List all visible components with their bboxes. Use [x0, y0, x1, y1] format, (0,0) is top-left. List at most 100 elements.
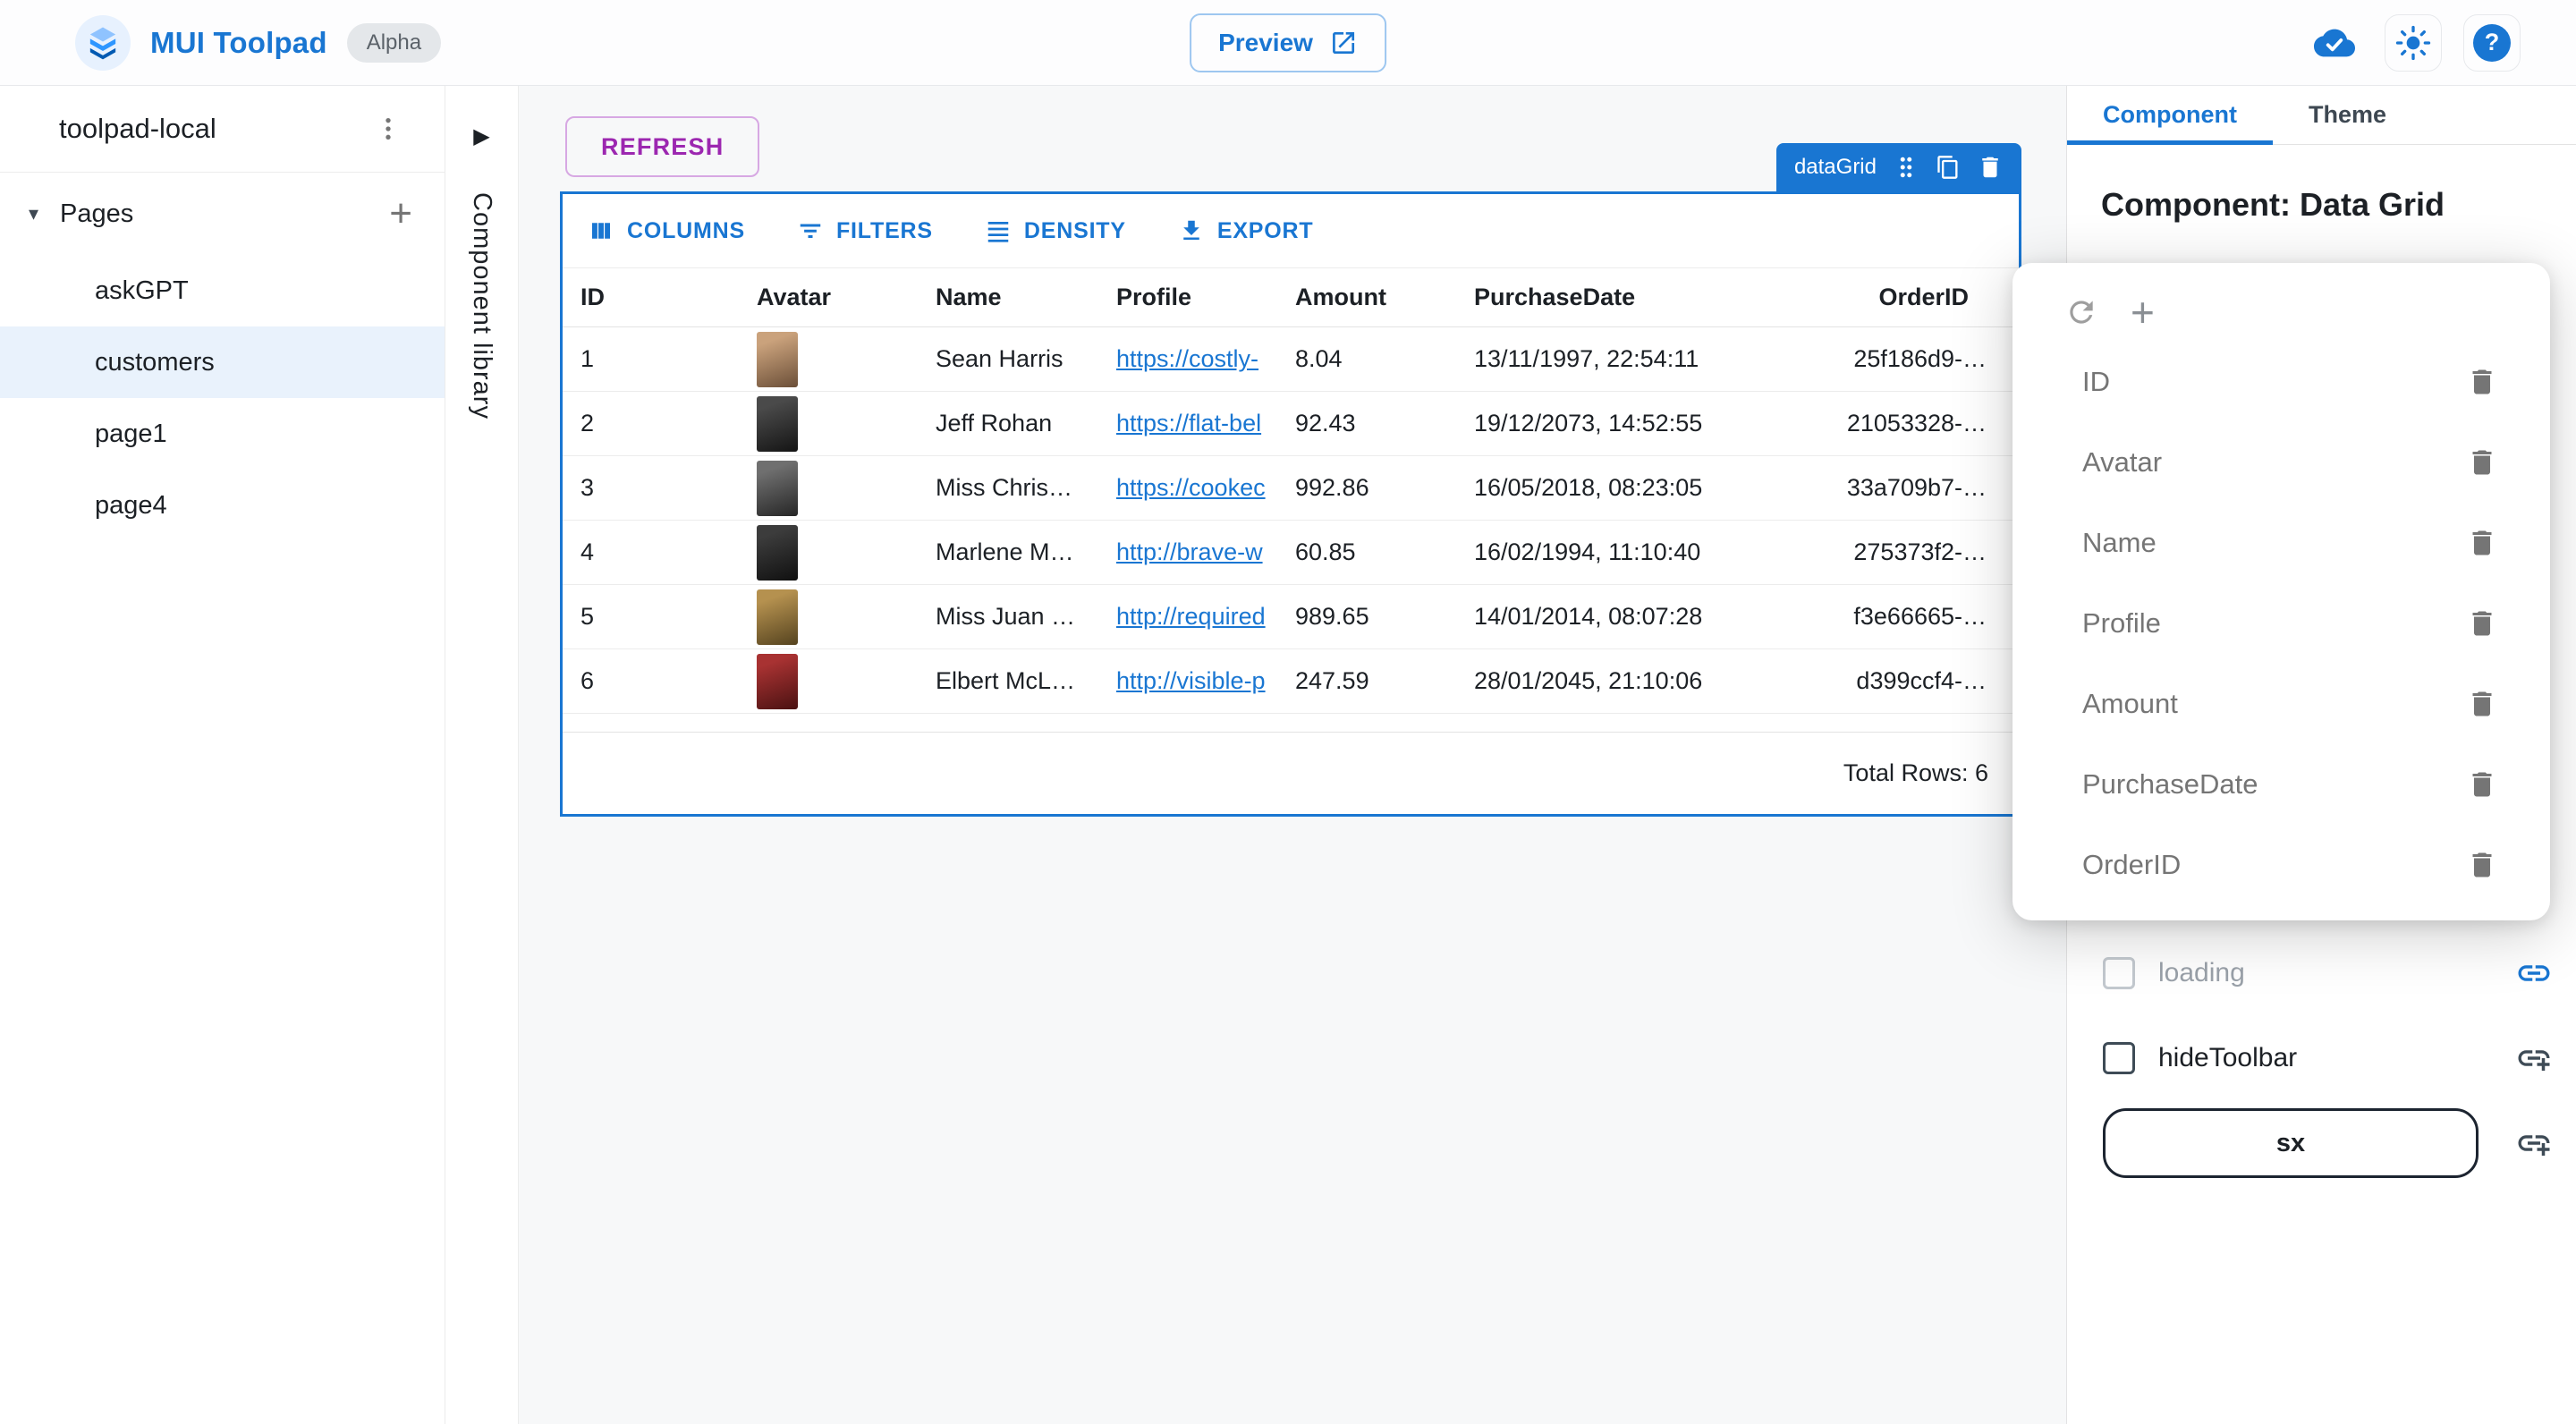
avatar-image [757, 396, 798, 452]
preview-button[interactable]: Preview [1190, 13, 1386, 72]
drag-handle-icon[interactable] [1893, 154, 1919, 181]
add-page-button[interactable]: + [389, 194, 412, 233]
density-button[interactable]: DENSITY [985, 217, 1126, 244]
column-header-profile[interactable]: Profile [1098, 284, 1277, 311]
theme-mode-button[interactable] [2385, 14, 2442, 72]
duplicate-icon[interactable] [1936, 155, 1961, 180]
export-button[interactable]: EXPORT [1178, 217, 1314, 244]
table-row[interactable]: 1 Sean Harris https://costly- 8.04 13/11… [563, 327, 2019, 392]
app-bar: MUI Toolpad Alpha Preview [0, 0, 2576, 86]
cell-amount: 989.65 [1277, 603, 1456, 631]
editor-canvas: REFRESH dataGrid COLUMNS [519, 86, 2066, 1424]
project-name: toolpad-local [59, 113, 216, 145]
expand-library-icon[interactable]: ▶ [473, 123, 489, 149]
open-in-new-icon [1329, 29, 1358, 57]
column-header-amount[interactable]: Amount [1277, 284, 1456, 311]
column-header-orderid[interactable]: OrderID [1846, 284, 2019, 311]
profile-link[interactable]: https://cookec [1116, 474, 1266, 502]
sidebar-item-askgpt[interactable]: askGPT [0, 255, 445, 326]
cell-orderid: 25f186d9-… [1846, 345, 2019, 373]
refresh-button[interactable]: REFRESH [565, 116, 759, 177]
delete-column-icon[interactable] [2466, 768, 2498, 801]
popover-column-purchasedate[interactable]: PurchaseDate [2012, 744, 2550, 825]
project-menu-button[interactable] [364, 105, 412, 153]
table-row[interactable]: 4 Marlene M… http://brave-w 60.85 16/02/… [563, 521, 2019, 585]
filters-button[interactable]: FILTERS [797, 217, 933, 244]
prop-sx-row: sx [2103, 1106, 2553, 1181]
popover-column-id[interactable]: ID [2012, 342, 2550, 422]
sidebar-item-page4[interactable]: page4 [0, 470, 445, 541]
data-grid-component[interactable]: COLUMNS FILTERS DENSITY [560, 191, 2021, 817]
profile-link[interactable]: https://costly- [1116, 345, 1258, 373]
cell-orderid: 33a709b7-… [1846, 474, 2019, 502]
column-header-purchasedate[interactable]: PurchaseDate [1456, 284, 1846, 311]
inspector-tabs: Component Theme [2067, 86, 2576, 145]
table-row[interactable]: 3 Miss Chris… https://cookec 992.86 16/0… [563, 456, 2019, 521]
add-binding-icon[interactable] [2515, 1124, 2553, 1162]
column-header-id[interactable]: ID [563, 284, 739, 311]
delete-column-icon[interactable] [2466, 849, 2498, 881]
cell-purchasedate: 28/01/2045, 21:10:06 [1456, 667, 1846, 695]
cell-purchasedate: 16/05/2018, 08:23:05 [1456, 474, 1846, 502]
selection-chip-label: dataGrid [1794, 155, 1877, 180]
tab-component[interactable]: Component [2067, 86, 2273, 144]
deploy-status-button[interactable] [2306, 14, 2363, 72]
inspector-title: Component: Data Grid [2101, 186, 2576, 224]
cell-orderid: 275373f2-… [1846, 538, 2019, 566]
popover-column-amount[interactable]: Amount [2012, 664, 2550, 744]
cell-id: 5 [563, 603, 739, 631]
add-binding-icon[interactable] [2515, 1039, 2553, 1077]
popover-column-name[interactable]: Name [2012, 503, 2550, 583]
delete-component-icon[interactable] [1977, 154, 2004, 181]
tab-theme[interactable]: Theme [2273, 86, 2422, 144]
popover-column-avatar[interactable]: Avatar [2012, 422, 2550, 503]
sidebar-item-page1[interactable]: page1 [0, 398, 445, 470]
table-row[interactable]: 2 Jeff Rohan https://flat-bel 92.43 19/1… [563, 392, 2019, 456]
table-row[interactable]: 5 Miss Juan … http://required 989.65 14/… [563, 585, 2019, 649]
column-header-name[interactable]: Name [918, 284, 1098, 311]
popover-column-label: Profile [2082, 607, 2161, 640]
loading-checkbox[interactable] [2103, 957, 2135, 989]
prop-hidetoolbar-row: hideToolbar [2103, 1027, 2553, 1089]
cell-profile: https://costly- [1098, 345, 1277, 373]
help-button[interactable]: ? [2463, 14, 2521, 72]
add-column-button[interactable]: + [2131, 292, 2155, 333]
delete-column-icon[interactable] [2466, 527, 2498, 559]
light-mode-icon [2395, 25, 2431, 61]
explorer-sidebar: toolpad-local ▾ Pages + askGPT customers… [0, 86, 445, 1424]
avatar-image [757, 525, 798, 581]
profile-link[interactable]: http://required [1116, 603, 1266, 631]
cell-amount: 992.86 [1277, 474, 1456, 502]
density-icon [985, 217, 1012, 244]
selection-chip[interactable]: dataGrid [1776, 143, 2021, 191]
profile-link[interactable]: http://visible-p [1116, 667, 1266, 695]
sx-button[interactable]: sx [2103, 1108, 2479, 1178]
column-header-avatar[interactable]: Avatar [739, 284, 918, 311]
delete-column-icon[interactable] [2466, 607, 2498, 640]
profile-link[interactable]: https://flat-bel [1116, 410, 1261, 437]
refresh-columns-icon[interactable] [2064, 295, 2098, 329]
cell-profile: https://flat-bel [1098, 410, 1277, 437]
pages-section-label: Pages [60, 199, 133, 229]
avatar-image [757, 332, 798, 387]
table-row[interactable]: 6 Elbert McL… http://visible-p 247.59 28… [563, 649, 2019, 714]
sidebar-item-customers[interactable]: customers [0, 326, 445, 398]
profile-link[interactable]: http://brave-w [1116, 538, 1263, 566]
cell-name: Miss Chris… [918, 474, 1098, 502]
cell-orderid: f3e66665-… [1846, 603, 2019, 631]
columns-button[interactable]: COLUMNS [588, 217, 745, 244]
cell-avatar [739, 525, 918, 581]
hidetoolbar-checkbox[interactable] [2103, 1042, 2135, 1074]
popover-column-orderid[interactable]: OrderID [2012, 825, 2550, 905]
binding-link-icon[interactable] [2515, 954, 2553, 992]
cell-avatar [739, 654, 918, 709]
hidetoolbar-label: hideToolbar [2158, 1043, 2297, 1073]
pages-list: askGPT customers page1 page4 [0, 255, 445, 541]
pages-section-header[interactable]: ▾ Pages + [0, 173, 445, 255]
chevron-down-icon: ▾ [29, 202, 38, 225]
cell-purchasedate: 13/11/1997, 22:54:11 [1456, 345, 1846, 373]
delete-column-icon[interactable] [2466, 446, 2498, 479]
delete-column-icon[interactable] [2466, 366, 2498, 398]
delete-column-icon[interactable] [2466, 688, 2498, 720]
popover-column-profile[interactable]: Profile [2012, 583, 2550, 664]
